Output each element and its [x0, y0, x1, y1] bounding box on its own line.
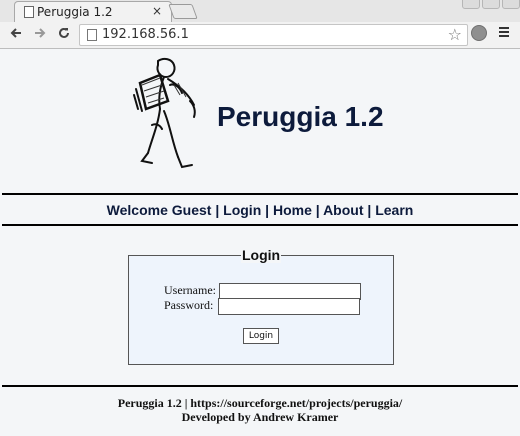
- back-arrow-icon[interactable]: [9, 26, 23, 44]
- nav-link-home[interactable]: Home: [273, 202, 312, 218]
- password-field[interactable]: [218, 298, 360, 315]
- tab-title: Peruggia 1.2: [37, 5, 113, 19]
- divider: [2, 224, 518, 226]
- password-label: Password:: [164, 298, 214, 312]
- login-fieldset: Login Username: Password: Login: [128, 247, 394, 365]
- nav-separator: |: [367, 202, 372, 218]
- divider: [2, 385, 518, 387]
- main-nav: Welcome Guest | Login | Home | About | L…: [0, 202, 520, 218]
- nav-link-login[interactable]: Login: [223, 202, 261, 218]
- maximize-button[interactable]: [482, 0, 500, 9]
- login-legend: Login: [241, 247, 282, 263]
- nav-separator: |: [315, 202, 320, 218]
- tab-close-icon[interactable]: ×: [152, 4, 162, 18]
- nav-separator: |: [215, 202, 220, 218]
- page-content: Peruggia 1.2 Welcome Guest | Login | Hom…: [0, 49, 520, 436]
- globe-icon[interactable]: [471, 25, 487, 41]
- nav-separator: |: [265, 202, 270, 218]
- page-icon: [87, 29, 97, 41]
- minimize-button[interactable]: [462, 0, 480, 9]
- nav-link-about[interactable]: About: [323, 202, 363, 218]
- window-close-button[interactable]: [502, 0, 520, 9]
- page-icon: [24, 6, 34, 18]
- address-bar[interactable]: 192.168.56.1 ☆: [79, 24, 468, 46]
- reload-icon[interactable]: [57, 26, 71, 44]
- logo-drawing: [130, 55, 210, 181]
- divider: [2, 193, 518, 195]
- site-title: Peruggia 1.2: [217, 101, 384, 132]
- window-controls: [460, 0, 520, 13]
- nav-link-learn[interactable]: Learn: [375, 202, 413, 218]
- username-label: Username:: [164, 283, 216, 297]
- footer: Peruggia 1.2 | https://sourceforge.net/p…: [0, 396, 520, 424]
- login-button[interactable]: Login: [243, 328, 279, 344]
- url-text[interactable]: 192.168.56.1: [102, 27, 189, 42]
- browser-toolbar: 192.168.56.1 ☆: [0, 22, 520, 49]
- forward-arrow-icon[interactable]: [33, 26, 47, 44]
- tab-strip: Peruggia 1.2 ×: [0, 0, 520, 23]
- footer-line-1: Peruggia 1.2 | https://sourceforge.net/p…: [117, 396, 403, 410]
- bookmark-star-icon[interactable]: ☆: [448, 25, 462, 44]
- browser-tab[interactable]: Peruggia 1.2 ×: [14, 1, 172, 23]
- footer-credits: Developed by Andrew Kramer: [181, 410, 339, 424]
- new-tab-button[interactable]: [168, 4, 198, 19]
- menu-icon[interactable]: [498, 25, 510, 43]
- welcome-text: Welcome Guest: [106, 202, 212, 218]
